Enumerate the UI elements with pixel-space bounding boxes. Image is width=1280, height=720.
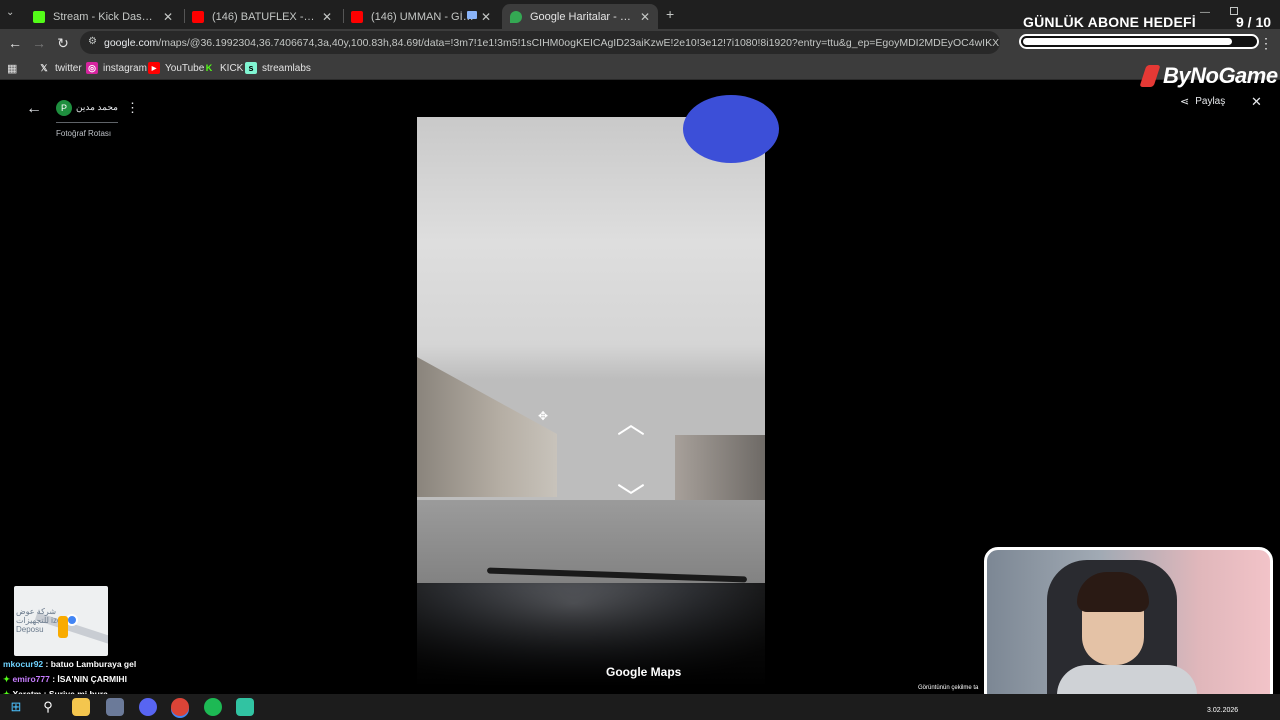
new-tab-button[interactable]: +	[666, 6, 674, 22]
youtube-icon: ▶	[148, 62, 160, 74]
move-cursor-icon: ✥	[538, 409, 549, 423]
maps-back-button[interactable]: ←	[26, 100, 42, 118]
brand-mark-icon	[1139, 65, 1161, 87]
tab-title: (146) UMMAN - GİZLİ GENİ	[371, 10, 475, 23]
bookmark-twitter[interactable]: 𝕏twitter	[38, 60, 82, 76]
tab-search-icon[interactable]: ⌄	[6, 7, 14, 18]
streamer-logo-overlay	[683, 95, 779, 163]
kick-icon	[33, 10, 45, 23]
author-underline	[56, 122, 118, 123]
back-icon[interactable]: ←	[5, 33, 25, 53]
windows-start-icon[interactable]: ⊞	[7, 698, 25, 716]
share-icon: ⋖	[1180, 96, 1190, 108]
close-icon[interactable]: ✕	[1251, 94, 1262, 110]
app-icon[interactable]	[106, 698, 124, 716]
menu-icon[interactable]: ⋮	[1256, 33, 1276, 53]
streamlabs-icon[interactable]	[236, 698, 254, 716]
media-icon[interactable]	[467, 11, 477, 19]
bookmark-label: streamlabs	[262, 62, 311, 74]
share-button[interactable]: ⋖ Paylaş	[1180, 95, 1225, 108]
bookmark-kick[interactable]: K KICK	[203, 60, 244, 76]
subscriber-goal-count: 9 / 10	[1236, 14, 1272, 30]
x-icon: 𝕏	[40, 62, 48, 73]
search-icon[interactable]: ⚲	[39, 698, 57, 716]
chat-text: : İSA'NIN ÇARMIHI	[49, 674, 127, 684]
brand-name: ByNoGame	[1163, 63, 1278, 88]
tab-umman[interactable]: (146) UMMAN - GİZLİ GENİ ✕	[343, 4, 499, 29]
forward-icon[interactable]: →	[29, 33, 49, 53]
bookmark-instagram[interactable]: ◎ instagram	[86, 60, 147, 76]
google-maps-logo: Google Maps	[606, 665, 682, 679]
move-back-arrow-icon[interactable]: ﹀	[617, 484, 645, 512]
bookmark-label: YouTube	[165, 62, 205, 74]
spotify-icon[interactable]	[204, 698, 222, 716]
pegman-icon[interactable]	[58, 616, 68, 638]
more-options-icon[interactable]: ⋮	[126, 100, 139, 116]
tab-kick-dashboard[interactable]: Stream - Kick Dashboard ✕	[25, 4, 181, 29]
chat-text: : batuo Lamburaya gel	[43, 659, 137, 669]
photo-date-caption: Görüntünün çekilme ta	[918, 685, 979, 691]
bookmark-label: KICK	[220, 62, 244, 74]
url-path: /maps/@36.1992304,36.7406674,3a,40y,100.…	[158, 36, 1000, 49]
discord-icon[interactable]	[139, 698, 157, 716]
youtube-icon	[192, 10, 204, 23]
tab-google-maps[interactable]: Google Haritalar - محمد مدين ✕	[502, 4, 658, 29]
photo-fade	[417, 587, 765, 687]
bookmark-label: instagram	[103, 62, 147, 74]
chat-message: mkocur92 : batuo Lamburaya gel	[3, 659, 136, 669]
close-tab-icon[interactable]: ✕	[163, 10, 173, 24]
chat-message: ✦ emiro777 : İSA'NIN ÇARMIHI	[3, 674, 127, 685]
minimap[interactable]: شركة عوض للتجهيزات izeme Deposu	[14, 586, 108, 656]
maps-icon	[510, 10, 522, 23]
chat-user: emiro777	[12, 674, 50, 684]
subscriber-goal-bar	[1019, 34, 1259, 49]
brand-logo: ByNoGame	[1139, 63, 1278, 89]
photo-author[interactable]: محمد مدين	[76, 102, 118, 113]
building-left	[417, 357, 557, 497]
chrome-icon[interactable]	[171, 698, 189, 716]
close-tab-icon[interactable]: ✕	[481, 10, 491, 24]
avatar[interactable]: P	[56, 100, 72, 116]
tab-title: Google Haritalar - محمد مدين	[530, 11, 634, 23]
bookmarks-bar: ▦ 𝕏twitter ◎ instagram ▶ YouTube K KICK s st…	[0, 56, 1280, 80]
chat-user: mkocur92	[3, 659, 44, 669]
photo-path-label: Fotoğraf Rotası	[56, 129, 112, 138]
apps-icon[interactable]: ▦	[7, 60, 17, 76]
close-tab-icon[interactable]: ✕	[640, 10, 650, 24]
bookmark-youtube[interactable]: ▶ YouTube	[148, 60, 204, 76]
streamer-hair	[1077, 572, 1149, 612]
subscriber-goal-title: GÜNLÜK ABONE HEDEFİ	[1023, 14, 1196, 30]
tab-title: (146) BATUFLEX - HERMES 2.0 /	[212, 10, 316, 23]
site-info-icon[interactable]: ⚙	[88, 36, 97, 47]
reload-icon[interactable]: ↻	[53, 33, 73, 53]
streamlabs-icon: s	[245, 62, 257, 74]
address-bar[interactable]: ⚙ google.com/maps/@36.1992304,36.7406674…	[80, 31, 1000, 54]
close-tab-icon[interactable]: ✕	[322, 10, 332, 24]
tab-title: Stream - Kick Dashboard	[53, 10, 157, 23]
taskbar: ⊞ ⚲	[0, 694, 1280, 720]
share-label: Paylaş	[1195, 96, 1226, 107]
webcam-overlay	[984, 547, 1273, 707]
move-forward-arrow-icon[interactable]: ︿	[617, 410, 645, 438]
bookmark-label: twitter	[55, 62, 82, 74]
taskbar-date: 3.02.2026	[1207, 707, 1239, 714]
kick-icon: K	[205, 63, 213, 73]
subscriber-goal-fill	[1023, 38, 1232, 45]
street-view-photo[interactable]	[417, 117, 765, 687]
youtube-icon	[351, 10, 363, 23]
minimize-icon[interactable]: —	[1200, 7, 1210, 18]
bookmark-streamlabs[interactable]: s streamlabs	[245, 60, 311, 76]
url-host: google.com	[104, 36, 159, 49]
tab-batuflex[interactable]: (146) BATUFLEX - HERMES 2.0 / ✕	[184, 4, 340, 29]
file-explorer-icon[interactable]	[72, 698, 90, 716]
instagram-icon: ◎	[86, 62, 98, 74]
